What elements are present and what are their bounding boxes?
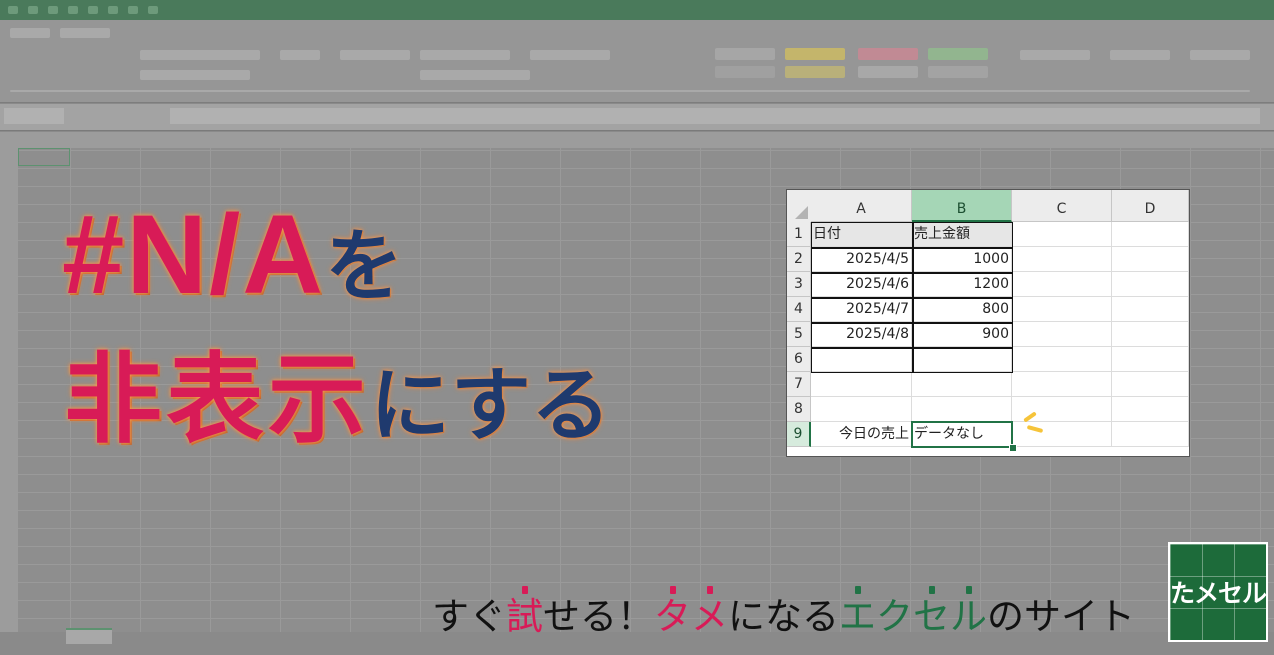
active-cell-selection <box>911 421 1013 448</box>
cell-d3[interactable] <box>1112 272 1189 297</box>
cell-b7[interactable] <box>912 372 1012 397</box>
tagline-highlight: セ <box>913 586 950 642</box>
cell-d6[interactable] <box>1112 347 1189 372</box>
cell-b6[interactable] <box>912 347 1012 372</box>
headline-hide: 非表示 <box>64 343 371 457</box>
sheet-tab <box>66 628 112 644</box>
cell-b3[interactable]: 1200 <box>912 272 1012 297</box>
cell-c6[interactable] <box>1012 347 1112 372</box>
tagline-part: のサイト <box>987 595 1135 638</box>
headline-line-2: 非表示にする <box>64 340 611 460</box>
cell-d5[interactable] <box>1112 322 1189 347</box>
cell-a9[interactable]: 今日の売上 <box>811 422 912 447</box>
cell-d2[interactable] <box>1112 247 1189 272</box>
fill-handle[interactable] <box>1009 444 1017 452</box>
logo-text: たメセル <box>1170 579 1267 608</box>
headline-wo: を <box>325 222 404 310</box>
cell-b2[interactable]: 1000 <box>912 247 1012 272</box>
cell-b8[interactable] <box>912 397 1012 422</box>
headline-na: #N/A <box>62 192 326 317</box>
tagline-highlight: 試 <box>506 586 543 642</box>
cell-a3[interactable]: 2025/4/6 <box>811 272 912 297</box>
cell-d7[interactable] <box>1112 372 1189 397</box>
excel-ribbon-background <box>0 20 1274 103</box>
cell-a5[interactable]: 2025/4/8 <box>811 322 912 347</box>
cell-a7[interactable] <box>811 372 912 397</box>
site-logo: たメセル <box>1168 542 1268 642</box>
column-header-a[interactable]: A <box>811 190 912 222</box>
tagline-highlight: ル <box>950 586 987 642</box>
cell-a2[interactable]: 2025/4/5 <box>811 247 912 272</box>
cell-b1[interactable]: 売上金額 <box>912 222 1012 247</box>
cell-a6[interactable] <box>811 347 912 372</box>
cell-d1[interactable] <box>1112 222 1189 247</box>
row-header[interactable]: 6 <box>787 347 811 372</box>
tagline-highlight: メ <box>691 586 728 642</box>
tagline-highlight: エ <box>839 586 876 642</box>
tagline-part: すぐ <box>432 595 506 638</box>
excel-title-bar <box>0 0 1274 20</box>
select-all-corner[interactable] <box>787 190 812 223</box>
cell-d8[interactable] <box>1112 397 1189 422</box>
site-tagline: すぐ試せる！タメになるエクセルのサイト <box>432 586 1135 642</box>
tagline-highlight: ク <box>876 595 913 638</box>
cell-a8[interactable] <box>811 397 912 422</box>
row-header[interactable]: 8 <box>787 397 811 422</box>
cell-c4[interactable] <box>1012 297 1112 322</box>
cell-c3[interactable] <box>1012 272 1112 297</box>
headline-nisuru: にする <box>370 359 611 452</box>
spreadsheet-inset: A B C D 1 2 3 4 5 6 7 8 9 日付 売上金額 2025/4… <box>786 189 1190 457</box>
tagline-highlight: タ <box>654 586 691 642</box>
row-header[interactable]: 4 <box>787 297 811 322</box>
row-header-selected[interactable]: 9 <box>787 422 811 447</box>
cell-c7[interactable] <box>1012 372 1112 397</box>
column-header-c[interactable]: C <box>1012 190 1112 222</box>
cell-c1[interactable] <box>1012 222 1112 247</box>
cell-d9[interactable] <box>1112 422 1189 447</box>
column-header-b[interactable]: B <box>912 190 1012 222</box>
tagline-part: せる！ <box>543 595 654 638</box>
row-header[interactable]: 7 <box>787 372 811 397</box>
tagline-part: になる <box>728 595 839 638</box>
column-header-d[interactable]: D <box>1112 190 1189 222</box>
cell-b4[interactable]: 800 <box>912 297 1012 322</box>
formula-bar-background <box>0 104 1274 131</box>
cell-a1[interactable]: 日付 <box>811 222 912 247</box>
cell-a4[interactable]: 2025/4/7 <box>811 297 912 322</box>
cell-d4[interactable] <box>1112 297 1189 322</box>
cell-b5[interactable]: 900 <box>912 322 1012 347</box>
row-header[interactable]: 3 <box>787 272 811 297</box>
cell-c2[interactable] <box>1012 247 1112 272</box>
cell-c5[interactable] <box>1012 322 1112 347</box>
row-header[interactable]: 5 <box>787 322 811 347</box>
headline-line-1: #N/Aを <box>62 199 404 311</box>
row-header[interactable]: 1 <box>787 222 811 247</box>
row-header[interactable]: 2 <box>787 247 811 272</box>
